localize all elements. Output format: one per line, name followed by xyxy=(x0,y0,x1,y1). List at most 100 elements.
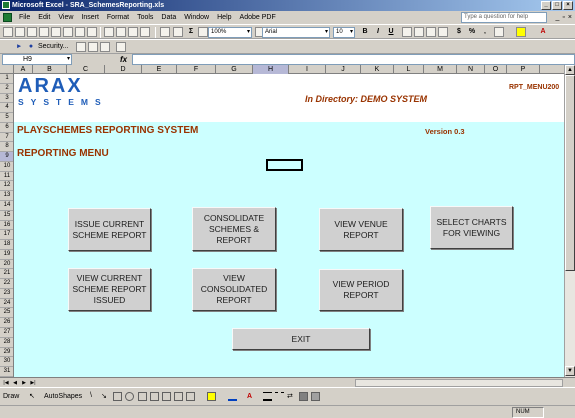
column-header[interactable]: F xyxy=(177,65,216,74)
fill-color-icon[interactable] xyxy=(516,27,526,37)
select-charts-button[interactable]: SELECT CHARTS FOR VIEWING xyxy=(430,206,513,249)
line-icon[interactable]: \ xyxy=(90,392,99,401)
column-header[interactable]: D xyxy=(105,65,142,74)
row-header[interactable]: 27 xyxy=(0,328,13,338)
shadow-icon[interactable] xyxy=(299,392,308,401)
security-button[interactable]: Security... xyxy=(38,42,69,51)
visual-basic-icon[interactable] xyxy=(76,42,86,52)
textbox-icon[interactable] xyxy=(138,392,147,401)
column-header[interactable]: M xyxy=(424,65,457,74)
undo-icon[interactable] xyxy=(160,27,170,37)
font-color-icon[interactable]: A xyxy=(538,27,548,37)
font-select[interactable]: Arial xyxy=(262,27,330,38)
currency-icon[interactable]: $ xyxy=(454,27,464,37)
draw-menu[interactable]: Draw xyxy=(3,392,19,401)
3d-icon[interactable] xyxy=(311,392,320,401)
fill-color-draw-icon[interactable] xyxy=(207,392,216,401)
row-header[interactable]: 26 xyxy=(0,318,13,329)
picture-icon[interactable] xyxy=(186,392,195,401)
row-header[interactable]: 30 xyxy=(0,357,13,368)
clipart-icon[interactable] xyxy=(174,392,183,401)
column-header[interactable]: P xyxy=(507,65,540,74)
row-header[interactable]: 9 xyxy=(0,152,13,162)
view-consolidated-report-button[interactable]: VIEW CONSOLIDATED REPORT xyxy=(192,268,276,311)
row-header[interactable]: 14 xyxy=(0,201,13,211)
dash-style-icon[interactable] xyxy=(275,392,284,401)
row-header[interactable]: 23 xyxy=(0,289,13,299)
help-search-input[interactable]: Type a question for help xyxy=(461,12,547,23)
column-header[interactable]: E xyxy=(142,65,177,74)
row-header[interactable]: 29 xyxy=(0,348,13,358)
consolidate-schemes-report-button[interactable]: CONSOLIDATE SCHEMES & REPORT xyxy=(192,207,276,251)
row-header[interactable]: 31 xyxy=(0,367,13,377)
row-header[interactable]: 25 xyxy=(0,308,13,319)
row-header[interactable]: 20 xyxy=(0,260,13,270)
diagram-icon[interactable] xyxy=(162,392,171,401)
column-header[interactable]: C xyxy=(67,65,105,74)
document-icon[interactable] xyxy=(3,13,12,22)
copy-icon[interactable] xyxy=(116,27,126,37)
menu-window[interactable]: Window xyxy=(180,11,213,24)
prev-sheet-icon[interactable]: ◀ xyxy=(11,379,19,387)
doc-restore-icon[interactable]: ▫ xyxy=(562,13,564,22)
row-header[interactable]: 13 xyxy=(0,191,13,201)
doc-close-icon[interactable]: × xyxy=(568,13,572,22)
row-header[interactable]: 8 xyxy=(0,142,13,153)
column-header[interactable]: B xyxy=(33,65,67,74)
menu-insert[interactable]: Insert xyxy=(77,11,103,24)
row-header[interactable]: 15 xyxy=(0,211,13,221)
row-header[interactable]: 18 xyxy=(0,240,13,250)
row-header[interactable]: 16 xyxy=(0,221,13,231)
format-painter-icon[interactable] xyxy=(140,27,150,37)
row-header[interactable]: 22 xyxy=(0,279,13,289)
bold-button[interactable]: B xyxy=(360,27,370,37)
autosum-icon[interactable]: Σ xyxy=(186,27,196,37)
zoom-select[interactable]: 100% xyxy=(208,27,252,38)
view-venue-report-button[interactable]: VIEW VENUE REPORT xyxy=(319,208,403,251)
font-size-select[interactable]: 10 xyxy=(333,27,355,38)
sort-icon[interactable] xyxy=(198,27,208,37)
active-cell[interactable] xyxy=(266,159,303,171)
align-right-icon[interactable] xyxy=(426,27,436,37)
row-header[interactable]: 11 xyxy=(0,172,13,182)
scroll-down-icon[interactable]: ▼ xyxy=(565,366,575,376)
column-header[interactable]: J xyxy=(326,65,361,74)
fx-icon[interactable]: fx xyxy=(120,54,127,65)
align-left-icon[interactable] xyxy=(402,27,412,37)
row-header[interactable]: 6 xyxy=(0,123,13,133)
menu-edit[interactable]: Edit xyxy=(34,11,54,24)
select-all-corner[interactable] xyxy=(0,65,14,74)
view-period-report-button[interactable]: VIEW PERIOD REPORT xyxy=(319,269,403,311)
redo-icon[interactable] xyxy=(173,27,183,37)
spelling-icon[interactable] xyxy=(87,27,97,37)
column-header[interactable]: N xyxy=(457,65,485,74)
horizontal-scrollbar[interactable] xyxy=(355,379,563,387)
column-header[interactable]: L xyxy=(394,65,424,74)
doc-minimize-icon[interactable]: _ xyxy=(556,13,560,22)
first-sheet-icon[interactable]: |◀ xyxy=(2,379,10,387)
link-icon[interactable] xyxy=(116,42,126,52)
row-header[interactable]: 2 xyxy=(0,84,13,94)
autoshapes-menu[interactable]: AutoShapes xyxy=(44,392,82,401)
arrow-style-icon[interactable]: ⇄ xyxy=(287,392,296,401)
row-header[interactable]: 7 xyxy=(0,133,13,143)
row-header[interactable]: 28 xyxy=(0,338,13,348)
issue-current-scheme-report-button[interactable]: ISSUE CURRENT SCHEME REPORT xyxy=(68,208,151,251)
row-header[interactable]: 1 xyxy=(0,74,13,84)
column-header[interactable]: H xyxy=(253,65,289,74)
scroll-thumb[interactable] xyxy=(565,75,575,271)
control-toolbox-icon[interactable] xyxy=(88,42,98,52)
arrow-icon[interactable]: ↘ xyxy=(101,392,110,401)
menu-tools[interactable]: Tools xyxy=(133,11,157,24)
view-current-scheme-issued-button[interactable]: VIEW CURRENT SCHEME REPORT ISSUED xyxy=(68,268,151,311)
menu-format[interactable]: Format xyxy=(103,11,133,24)
column-header[interactable]: G xyxy=(216,65,253,74)
row-header[interactable]: 10 xyxy=(0,162,13,172)
line-color-icon[interactable] xyxy=(228,392,237,401)
align-center-icon[interactable] xyxy=(414,27,424,37)
email-icon[interactable] xyxy=(51,27,61,37)
italic-button[interactable]: I xyxy=(373,27,383,37)
column-header[interactable]: K xyxy=(361,65,394,74)
column-header[interactable]: O xyxy=(485,65,507,74)
line-style-icon[interactable] xyxy=(263,392,272,401)
